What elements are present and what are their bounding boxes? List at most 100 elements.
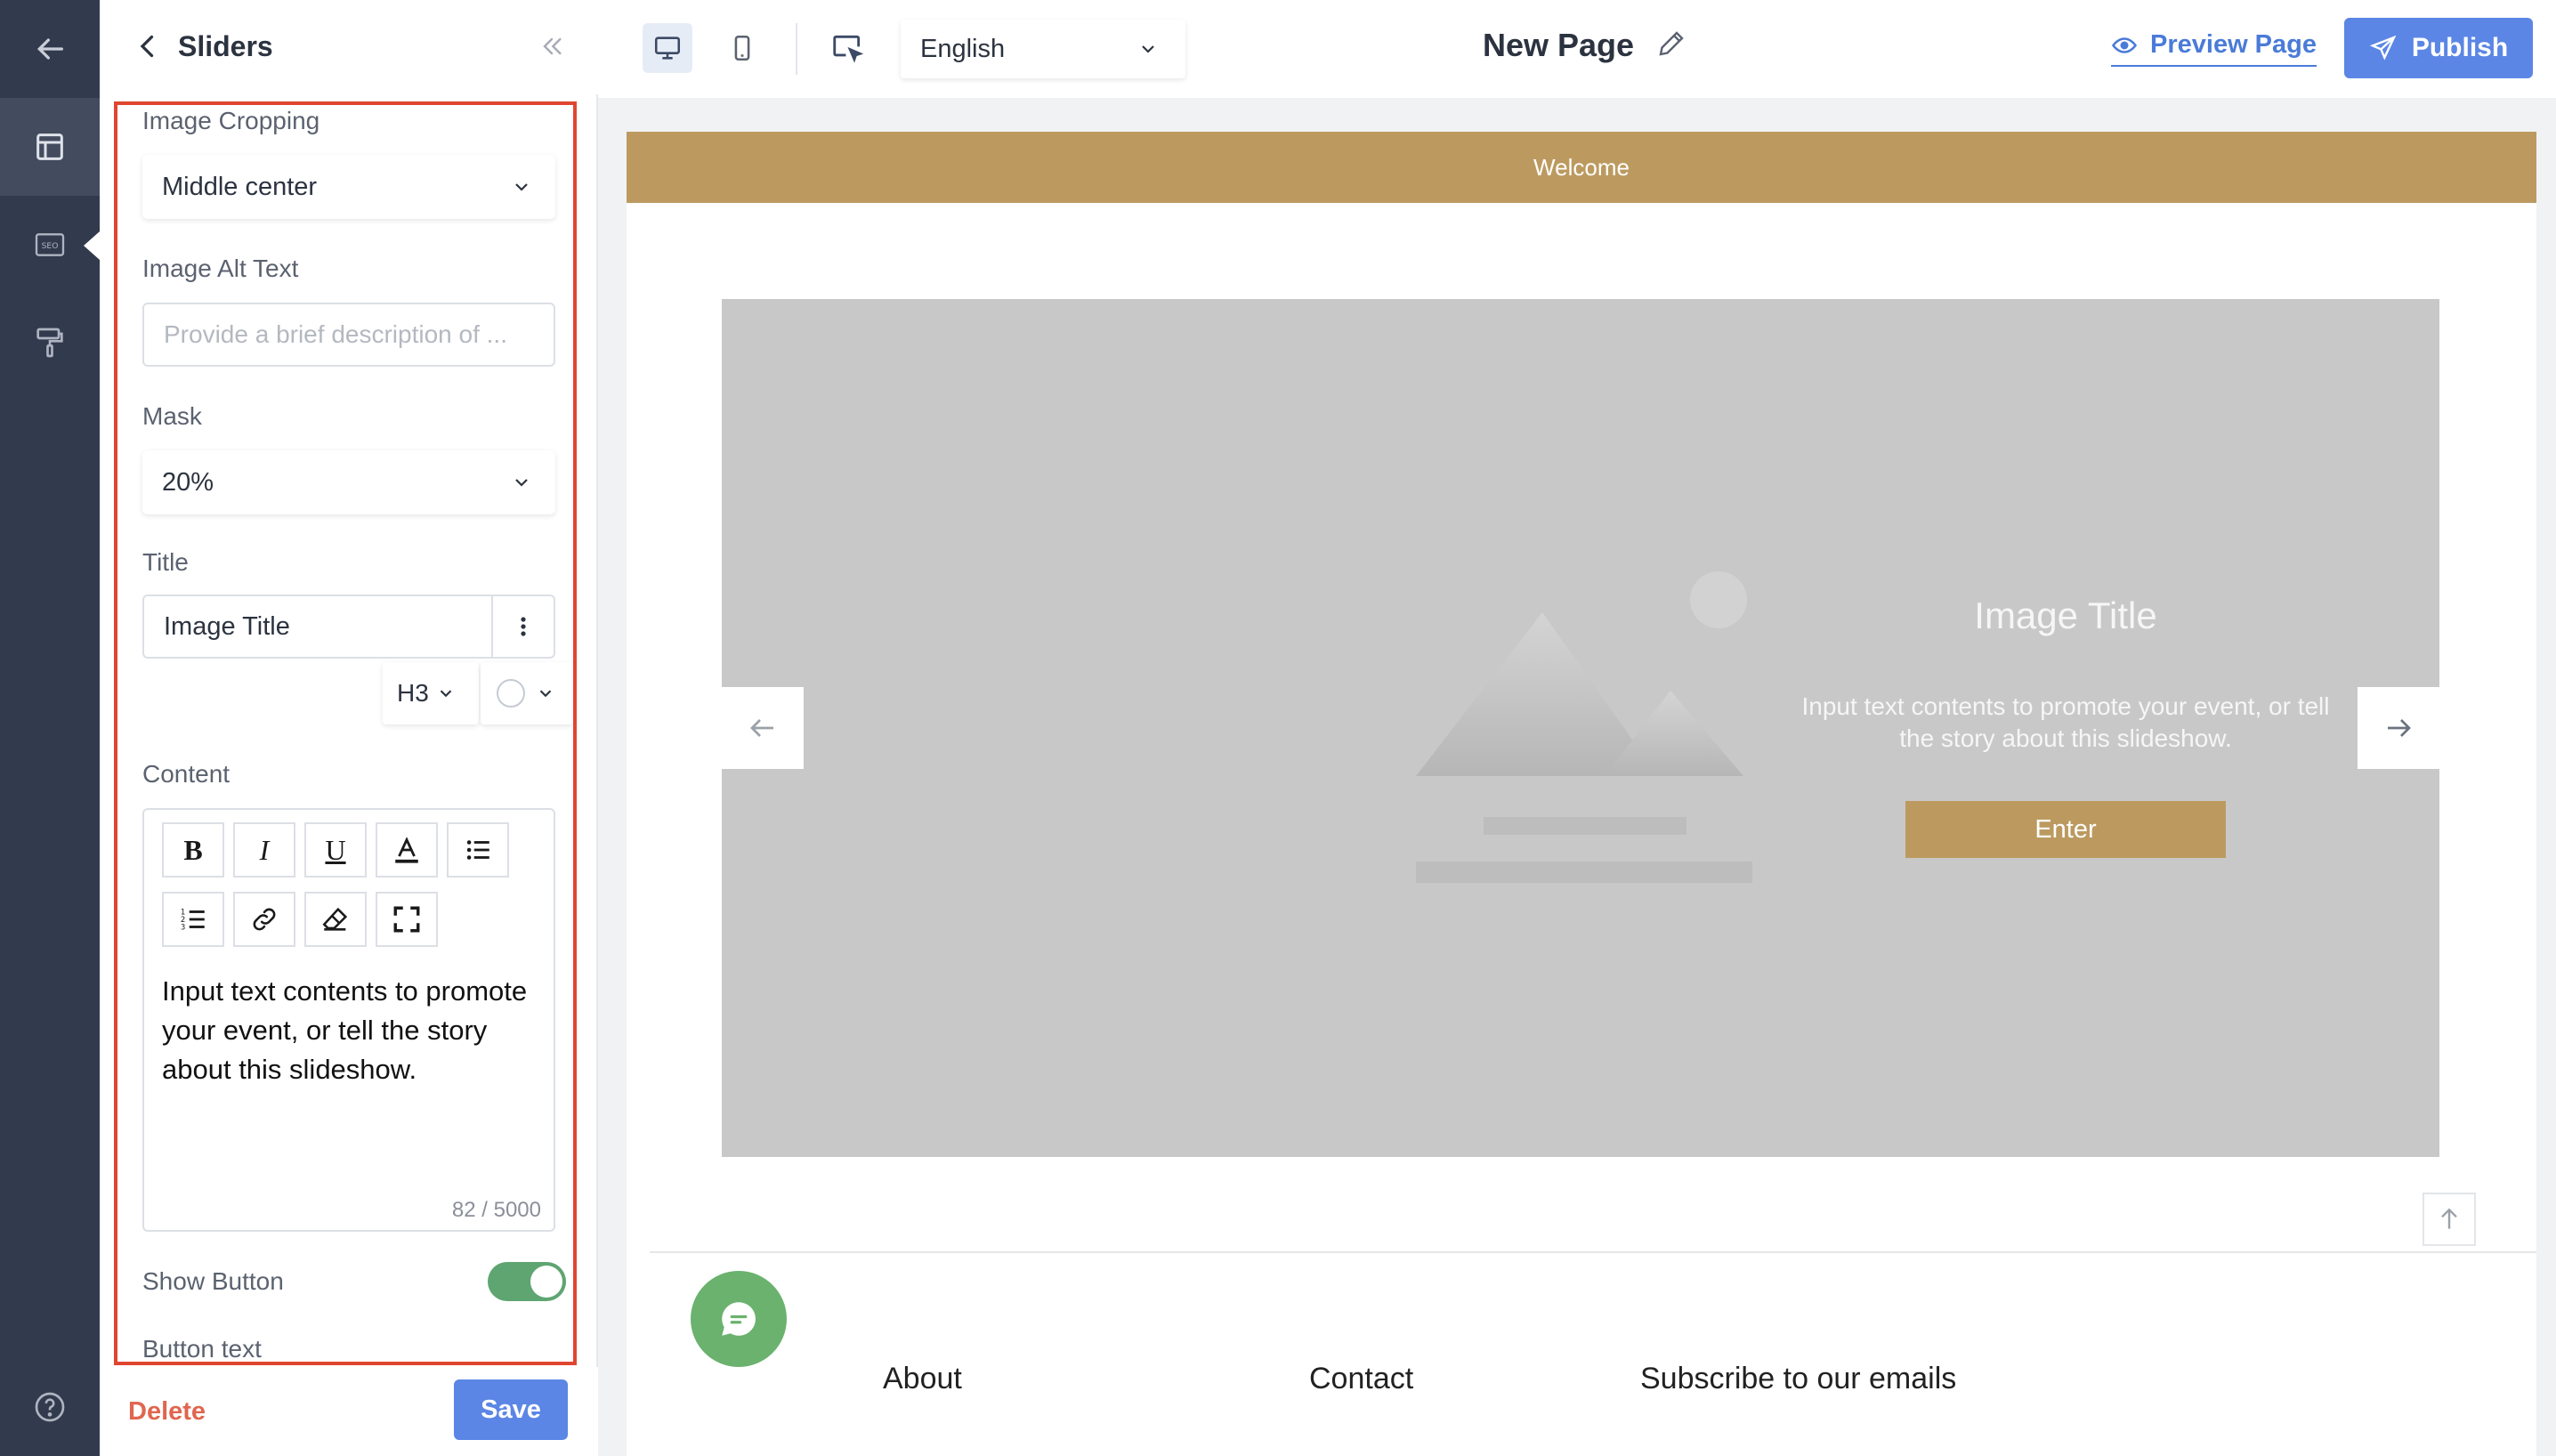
mobile-view-button[interactable] (717, 23, 767, 73)
title-more-button[interactable] (491, 595, 555, 659)
page-canvas[interactable]: Welcome Image Title Input text contents … (627, 132, 2536, 1456)
chevron-left-icon[interactable] (132, 30, 164, 62)
page-name-text: New Page (1483, 27, 1635, 63)
content-text[interactable]: Input text contents to promote your even… (162, 972, 536, 1089)
image-slider[interactable]: Image Title Input text contents to promo… (722, 299, 2439, 1157)
chevron-down-icon (515, 479, 528, 487)
footer-subscribe-heading: Subscribe to our emails (1640, 1362, 1957, 1395)
language-select[interactable]: English (901, 20, 1185, 78)
more-vertical-icon (521, 617, 526, 636)
bulleted-list-button[interactable] (447, 822, 509, 878)
slide-text[interactable]: Input text contents to promote your even… (1799, 691, 2333, 755)
language-value: English (920, 34, 1006, 63)
numbered-list-icon: 123 (181, 908, 205, 932)
back-button[interactable] (0, 0, 100, 98)
fullscreen-icon (393, 906, 420, 933)
left-rail: SEO (0, 0, 100, 1456)
layout-icon (36, 133, 63, 160)
button-text-label: Button text (142, 1335, 262, 1363)
back-arrow-icon (36, 38, 64, 60)
chevron-down-icon (1142, 45, 1154, 53)
underline-button[interactable]: U (304, 822, 367, 878)
publish-label: Publish (2411, 33, 2509, 62)
font-color-icon (395, 837, 418, 863)
eye-icon (2111, 36, 2138, 53)
rail-style-button[interactable] (0, 294, 100, 392)
character-counter: 82 / 5000 (451, 1198, 541, 1222)
slider-next-button[interactable] (2358, 687, 2439, 769)
mask-value: 20% (162, 467, 214, 497)
content-editor[interactable]: B I U 123 Input text contents to promote… (142, 808, 555, 1232)
help-icon (35, 1392, 65, 1422)
panel-footer: Delete Save (100, 1367, 598, 1456)
fullscreen-button[interactable] (376, 892, 438, 947)
delete-button[interactable]: Delete (128, 1397, 206, 1427)
clear-format-button[interactable] (304, 892, 367, 947)
slider-settings-form[interactable]: Image Cropping Middle center Image Alt T… (114, 101, 577, 1365)
panel-title: Sliders (178, 30, 273, 62)
color-swatch-icon (497, 679, 525, 708)
settings-panel: Sliders Image Cropping Middle center Ima… (100, 0, 598, 1456)
desktop-view-button[interactable] (643, 23, 692, 73)
title-color-select[interactable] (481, 662, 573, 724)
slider-prev-button[interactable] (722, 687, 804, 769)
arrow-right-icon (2388, 719, 2411, 737)
select-element-button[interactable] (822, 23, 872, 73)
show-button-label: Show Button (142, 1267, 284, 1295)
desktop-icon (654, 36, 681, 60)
chevron-down-icon (515, 183, 528, 191)
footer-contact-heading: Contact (1309, 1362, 1414, 1395)
paint-roller-icon (36, 328, 63, 358)
arrow-up-icon (2441, 1208, 2457, 1229)
bold-button[interactable]: B (162, 822, 224, 878)
toggle-knob (530, 1266, 562, 1298)
show-button-toggle[interactable] (488, 1262, 566, 1301)
help-button[interactable] (0, 1358, 100, 1456)
publish-button[interactable]: Publish (2344, 18, 2533, 78)
heading-level-select[interactable]: H3 (383, 662, 479, 724)
bold-icon: B (183, 833, 203, 866)
image-placeholder-icon (1416, 571, 1752, 883)
top-toolbar: English New Page Preview Page Publish (598, 0, 2556, 100)
footer-divider (650, 1251, 2536, 1253)
eraser-icon (322, 907, 348, 931)
image-cropping-value: Middle center (162, 172, 318, 201)
scroll-to-top-button[interactable] (2423, 1193, 2476, 1246)
font-color-button[interactable] (376, 822, 438, 878)
title-input[interactable]: Image Title (142, 595, 491, 659)
image-cropping-select[interactable]: Middle center (142, 155, 555, 219)
pencil-icon[interactable] (1655, 28, 1687, 60)
save-button[interactable]: Save (454, 1379, 568, 1440)
collapse-icon[interactable] (538, 32, 566, 61)
image-cropping-label: Image Cropping (142, 107, 320, 134)
rail-seo-button[interactable]: SEO (0, 196, 100, 294)
slide-title[interactable]: Image Title (1799, 595, 2333, 637)
welcome-banner[interactable]: Welcome (627, 132, 2536, 203)
seo-icon: SEO (35, 233, 65, 256)
welcome-text: Welcome (1533, 153, 1630, 181)
chat-button[interactable] (691, 1271, 787, 1367)
italic-button[interactable]: I (233, 822, 295, 878)
mask-label: Mask (142, 402, 202, 430)
mobile-icon (734, 35, 750, 61)
panel-header: Sliders (100, 0, 598, 94)
rail-layout-button[interactable] (0, 98, 100, 260)
preview-page-button[interactable]: Preview Page (2111, 30, 2317, 67)
send-icon (2369, 35, 2397, 61)
chevron-down-icon (539, 690, 552, 698)
link-button[interactable] (233, 892, 295, 947)
title-label: Title (142, 548, 189, 576)
slide-enter-button[interactable]: Enter (1905, 801, 2226, 858)
svg-text:SEO: SEO (42, 241, 59, 251)
chat-bubble-icon (722, 1302, 756, 1336)
svg-text:3: 3 (181, 923, 185, 932)
content-label: Content (142, 760, 231, 788)
link-icon (253, 908, 276, 931)
italic-icon: I (259, 833, 270, 866)
heading-level-value: H3 (397, 679, 429, 707)
numbered-list-button[interactable]: 123 (162, 892, 224, 947)
page-name[interactable]: New Page (1483, 27, 1687, 64)
mask-select[interactable]: 20% (142, 450, 555, 514)
toolbar-divider (796, 23, 797, 75)
image-alt-text-input[interactable]: Provide a brief description of ... (142, 303, 555, 367)
